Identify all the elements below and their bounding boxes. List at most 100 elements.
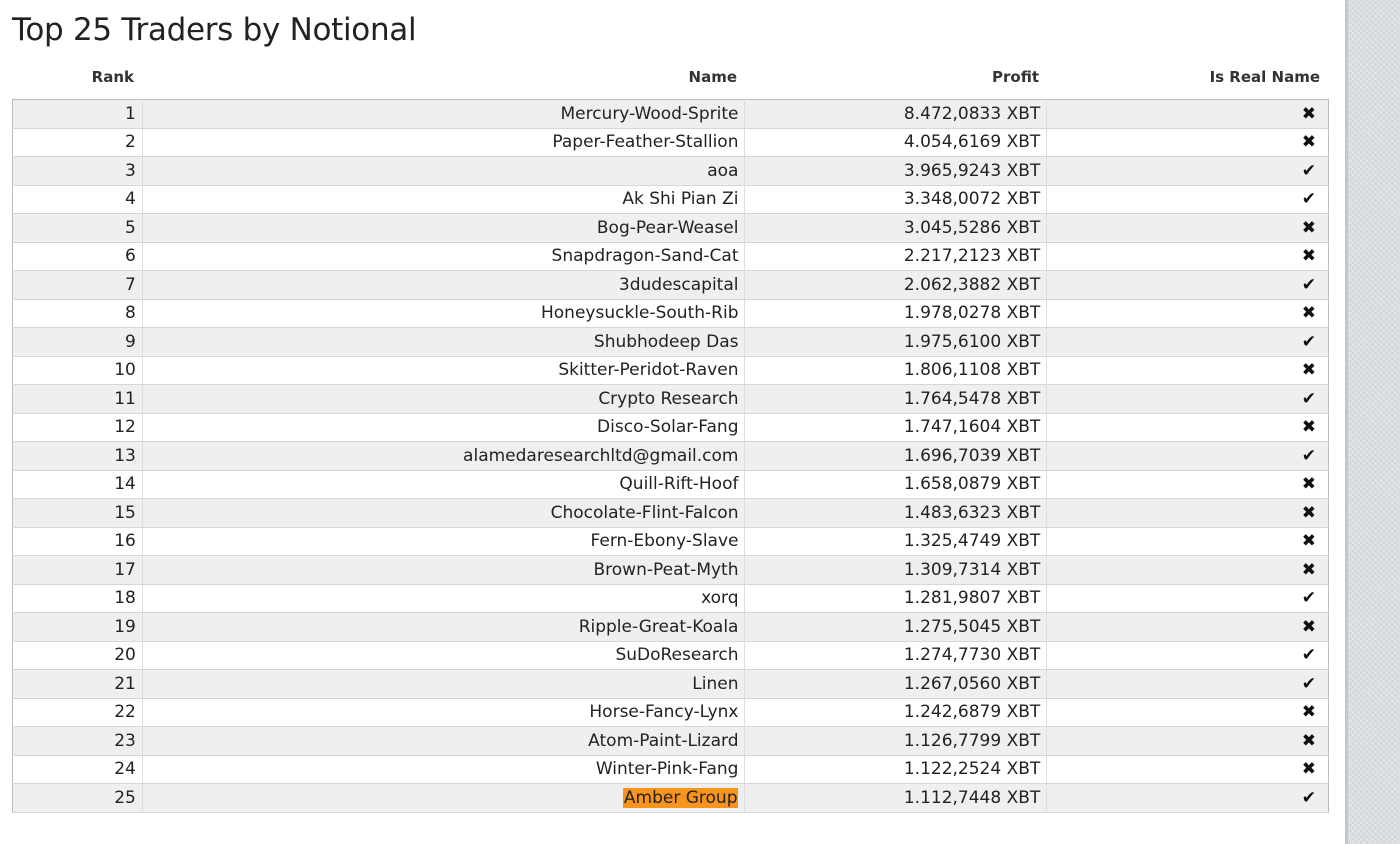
is-real-name-cell: ✖	[1046, 470, 1329, 499]
trader-name: Linen	[692, 673, 739, 694]
traders-table: 1 Mercury-Wood-Sprite 8.472,0833 XBT ✖ 2 Pape…	[12, 99, 1329, 813]
check-icon: ✔	[1301, 274, 1316, 295]
name-cell: Bog-Pear-Weasel	[142, 213, 746, 243]
traders-table-body: 1 Mercury-Wood-Sprite 8.472,0833 XBT ✖ 2 Pape…	[12, 99, 1329, 813]
page-content: Top 25 Traders by Notional Rank Name Pro…	[0, 0, 1345, 844]
rank-cell: 17	[12, 555, 143, 585]
rank-cell: 18	[12, 584, 143, 613]
trader-name: Snapdragon-Sand-Cat	[551, 246, 739, 267]
table-row: 13 alamedaresearchltd@gmail.com 1.696,7039…	[12, 441, 1329, 471]
table-row: 7 3dudescapital 2.062,3882 XBT ✔	[12, 270, 1329, 300]
rank-cell: 22	[12, 698, 143, 727]
is-real-name-cell: ✖	[1046, 698, 1329, 727]
header-rank[interactable]: Rank	[12, 68, 142, 92]
cross-icon: ✖	[1301, 303, 1316, 324]
table-row: 14 Quill-Rift-Hoof 1.658,0879 XBT ✖	[12, 470, 1329, 499]
is-real-name-cell: ✖	[1046, 213, 1329, 243]
table-row: 18 xorq 1.281,9807 XBT ✔	[12, 584, 1329, 613]
table-row: 4 Ak Shi Pian Zi 3.348,0072 XBT ✔	[12, 185, 1329, 214]
profit-cell: 1.696,7039 XBT	[744, 441, 1048, 471]
is-real-name-cell: ✔	[1046, 327, 1329, 357]
is-real-name-cell: ✖	[1046, 356, 1329, 385]
cross-icon: ✖	[1301, 759, 1316, 780]
rank-cell: 3	[12, 156, 143, 186]
table-row: 17 Brown-Peat-Myth 1.309,7314 XBT ✖	[12, 555, 1329, 585]
cross-icon: ✖	[1301, 132, 1316, 153]
profit-cell: 1.806,1108 XBT	[744, 356, 1048, 385]
header-is-real-name[interactable]: Is Real Name	[1047, 68, 1328, 92]
table-row: 8 Honeysuckle-South-Rib 1.978,0278 XBT ✖	[12, 299, 1329, 328]
profit-cell: 1.747,1604 XBT	[744, 413, 1048, 442]
trader-name: SuDoResearch	[615, 645, 739, 666]
table-row: 9 Shubhodeep Das 1.975,6100 XBT ✔	[12, 327, 1329, 357]
cross-icon: ✖	[1301, 246, 1316, 267]
cross-icon: ✖	[1301, 502, 1316, 523]
rank-cell: 12	[12, 413, 143, 442]
trader-name: 3dudescapital	[618, 274, 739, 295]
cross-icon: ✖	[1301, 730, 1316, 751]
rank-cell: 4	[12, 185, 143, 214]
name-cell: Shubhodeep Das	[142, 327, 746, 357]
is-real-name-cell: ✖	[1046, 527, 1329, 556]
rank-cell: 10	[12, 356, 143, 385]
rank-cell: 16	[12, 527, 143, 556]
trader-name: Honeysuckle-South-Rib	[541, 303, 739, 324]
cross-icon: ✖	[1301, 531, 1316, 552]
is-real-name-cell: ✔	[1046, 441, 1329, 471]
name-cell: Linen	[142, 669, 746, 699]
profit-cell: 1.325,4749 XBT	[744, 527, 1048, 556]
profit-cell: 8.472,0833 XBT	[744, 99, 1048, 129]
rank-cell: 1	[12, 99, 143, 129]
rank-cell: 8	[12, 299, 143, 328]
name-cell: Crypto Research	[142, 384, 746, 414]
is-real-name-cell: ✔	[1046, 584, 1329, 613]
profit-cell: 1.122,2524 XBT	[744, 755, 1048, 784]
is-real-name-cell: ✖	[1046, 299, 1329, 328]
trader-name: Horse-Fancy-Lynx	[589, 702, 739, 723]
cross-icon: ✖	[1301, 702, 1316, 723]
is-real-name-cell: ✔	[1046, 669, 1329, 699]
check-icon: ✔	[1301, 160, 1316, 181]
table-row: 6 Snapdragon-Sand-Cat 2.217,2123 XBT ✖	[12, 242, 1329, 271]
profit-cell: 1.242,6879 XBT	[744, 698, 1048, 727]
rank-cell: 6	[12, 242, 143, 271]
is-real-name-cell: ✖	[1046, 498, 1329, 528]
name-cell: Quill-Rift-Hoof	[142, 470, 746, 499]
header-name[interactable]: Name	[142, 68, 745, 92]
rank-cell: 9	[12, 327, 143, 357]
trader-name: xorq	[701, 588, 739, 609]
profit-cell: 1.975,6100 XBT	[744, 327, 1048, 357]
table-row: 5 Bog-Pear-Weasel 3.045,5286 XBT ✖	[12, 213, 1329, 243]
rank-cell: 19	[12, 612, 143, 642]
table-row: 1 Mercury-Wood-Sprite 8.472,0833 XBT ✖	[12, 99, 1329, 129]
name-cell: SuDoResearch	[142, 641, 746, 670]
name-cell: Atom-Paint-Lizard	[142, 726, 746, 756]
name-cell: Ripple-Great-Koala	[142, 612, 746, 642]
table-row: 25 Amber Group 1.112,7448 XBT ✔	[12, 783, 1329, 813]
profit-cell: 3.965,9243 XBT	[744, 156, 1048, 186]
trader-name: Ak Shi Pian Zi	[622, 189, 739, 210]
is-real-name-cell: ✖	[1046, 242, 1329, 271]
name-cell: Chocolate-Flint-Falcon	[142, 498, 746, 528]
table-row: 15 Chocolate-Flint-Falcon 1.483,6323 XBT ✖	[12, 498, 1329, 528]
name-cell: Skitter-Peridot-Raven	[142, 356, 746, 385]
profit-cell: 1.275,5045 XBT	[744, 612, 1048, 642]
trader-name: Mercury-Wood-Sprite	[560, 103, 739, 124]
header-profit[interactable]: Profit	[745, 68, 1047, 92]
name-cell: 3dudescapital	[142, 270, 746, 300]
name-cell: Honeysuckle-South-Rib	[142, 299, 746, 328]
is-real-name-cell: ✖	[1046, 413, 1329, 442]
rank-cell: 25	[12, 783, 143, 813]
rank-cell: 14	[12, 470, 143, 499]
rank-cell: 24	[12, 755, 143, 784]
table-row: 16 Fern-Ebony-Slave 1.325,4749 XBT ✖	[12, 527, 1329, 556]
check-icon: ✔	[1301, 445, 1316, 466]
name-cell: Amber Group	[142, 783, 746, 813]
highlighted-trader-name: Amber Group	[622, 787, 739, 808]
name-cell: Paper-Feather-Stallion	[142, 128, 746, 157]
trader-name: Crypto Research	[598, 388, 739, 409]
profit-cell: 4.054,6169 XBT	[744, 128, 1048, 157]
trader-name: Atom-Paint-Lizard	[588, 730, 739, 751]
is-real-name-cell: ✖	[1046, 755, 1329, 784]
profit-cell: 1.126,7799 XBT	[744, 726, 1048, 756]
